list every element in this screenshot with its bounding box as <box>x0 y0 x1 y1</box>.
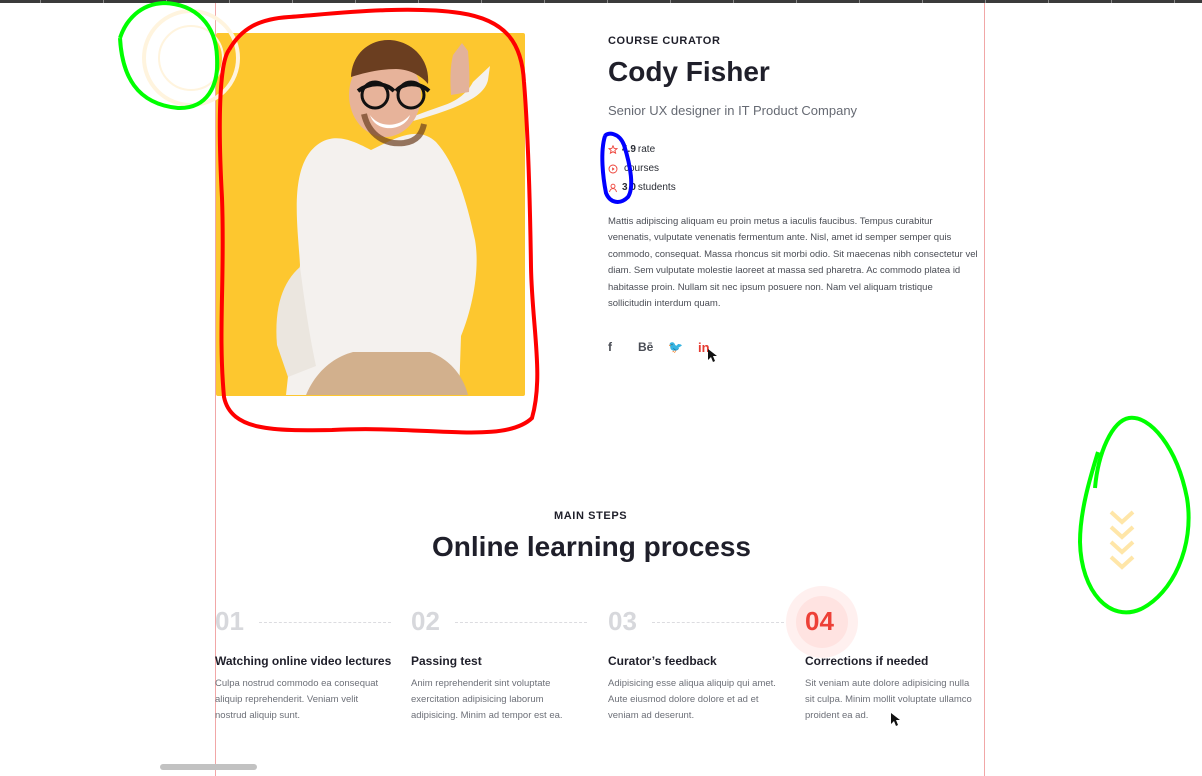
curator-bio: Mattis adipiscing aliquam eu proin metus… <box>608 216 978 310</box>
curator-name: Cody Fisher <box>608 56 770 87</box>
process-step-1: 01 Watching online video lectures Culpa … <box>215 606 395 721</box>
user-icon <box>609 183 617 192</box>
star-icon <box>608 144 618 154</box>
play-icon <box>608 164 618 173</box>
ruler-tick <box>607 0 608 3</box>
behance-icon[interactable]: Bē <box>638 338 668 356</box>
linkedin-label: in <box>698 339 710 355</box>
step-title: Passing test <box>411 654 482 668</box>
layout-guide-right <box>984 3 985 776</box>
twitter-icon[interactable]: 🐦 <box>668 338 698 356</box>
courses-stat: courses <box>608 159 676 178</box>
ruler-tick <box>1174 0 1175 3</box>
ruler-tick <box>103 0 104 3</box>
curator-stats: 4.9 rate courses 3 0 students <box>608 140 676 197</box>
students-stat: 3 0 students <box>608 178 676 197</box>
decorative-ring <box>158 25 224 91</box>
annotation-overlay <box>118 0 1191 726</box>
step-divider <box>455 622 587 623</box>
process-step-3: 03 Curator’s feedback Adipisicing esse a… <box>608 606 788 721</box>
facebook-label: f <box>608 340 612 354</box>
social-links: f Bē 🐦 in <box>608 338 728 356</box>
chevron-down-icon <box>1109 510 1135 570</box>
ruler-tick <box>40 0 41 3</box>
students-label: students <box>637 182 676 193</box>
ruler-tick <box>985 0 986 3</box>
step-description: Anim reprehenderit sint voluptate exerci… <box>411 678 563 722</box>
ruler-tick <box>1048 0 1049 3</box>
step-description: Culpa nostrud commodo ea consequat aliqu… <box>215 678 379 722</box>
ruler-tick <box>355 0 356 3</box>
course-curator-eyebrow: COURSE CURATOR <box>608 35 721 47</box>
curator-role: Senior UX designer in IT Product Company <box>608 103 858 118</box>
step-title: Watching online video lectures <box>215 654 392 668</box>
ruler-tick <box>229 0 230 3</box>
top-border <box>0 0 1202 3</box>
behance-label: Bē <box>638 340 654 354</box>
ruler-tick <box>670 0 671 3</box>
linkedin-icon[interactable]: in <box>698 338 728 356</box>
step-divider <box>652 622 784 623</box>
ruler-tick <box>1111 0 1112 3</box>
green-annotation-top <box>118 0 220 111</box>
ruler-tick <box>481 0 482 3</box>
process-step-4: 04 Corrections if needed Sit veniam aute… <box>805 606 985 721</box>
ruler-tick <box>418 0 419 3</box>
ruler-tick <box>733 0 734 3</box>
green-annotation-right <box>1077 415 1191 615</box>
ruler-tick <box>166 0 167 3</box>
horizontal-scrollbar[interactable] <box>160 764 257 770</box>
ruler-tick <box>922 0 923 3</box>
curator-photo <box>216 33 525 396</box>
rating-label: rate <box>637 144 656 155</box>
process-title: Online learning process <box>432 531 751 562</box>
process-step-2: 02 Passing test Anim reprehenderit sint … <box>411 606 591 721</box>
rating-stat: 4.9 rate <box>608 140 676 159</box>
main-steps-eyebrow: MAIN STEPS <box>554 510 628 522</box>
step-description: Adipisicing esse aliqua aliquip qui amet… <box>608 678 776 722</box>
ruler-tick <box>544 0 545 3</box>
curator-photo-illustration <box>276 40 490 395</box>
courses-label: courses <box>624 163 660 174</box>
ruler-tick <box>292 0 293 3</box>
step-divider <box>259 622 391 623</box>
step-title: Corrections if needed <box>805 654 929 668</box>
twitter-label: 🐦 <box>668 340 683 354</box>
facebook-icon[interactable]: f <box>608 338 638 356</box>
step-number-active: 04 <box>805 606 834 636</box>
step-title: Curator’s feedback <box>608 654 717 668</box>
students-value: 3 0 <box>622 182 636 193</box>
step-description: Sit veniam aute dolore adipisicing nulla… <box>805 678 972 722</box>
ruler-tick <box>859 0 860 3</box>
ruler-tick <box>796 0 797 3</box>
rating-value: 4.9 <box>622 144 636 155</box>
